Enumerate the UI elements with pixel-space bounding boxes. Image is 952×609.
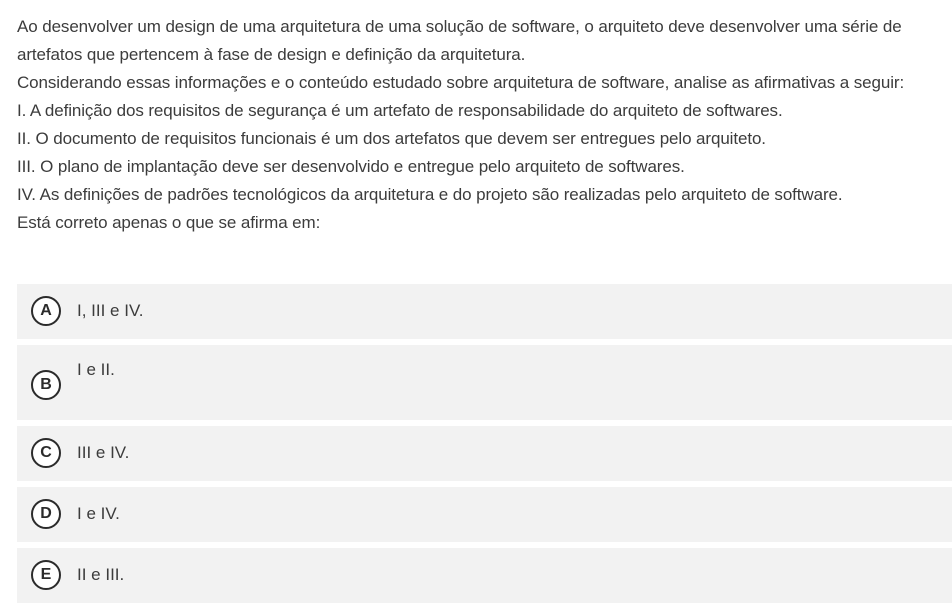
option-b[interactable]: B I e II. [17, 345, 952, 420]
statement-ii: II. O documento de requisitos funcionais… [17, 129, 766, 148]
statement-iv: IV. As definições de padrões tecnológico… [17, 185, 843, 204]
question-paragraph: Ao desenvolver um design de uma arquitet… [17, 17, 902, 64]
statement-i: I. A definição dos requisitos de seguran… [17, 101, 783, 120]
option-letter-c[interactable]: C [31, 438, 61, 468]
option-letter-e[interactable]: E [31, 560, 61, 590]
option-label-a[interactable]: I, III e IV. [77, 301, 143, 321]
question-prompt: Está correto apenas o que se afirma em: [17, 213, 321, 232]
option-letter-d[interactable]: D [31, 499, 61, 529]
option-d[interactable]: D I e IV. [17, 487, 952, 542]
question-text: Ao desenvolver um design de uma arquitet… [17, 13, 942, 237]
option-letter-a[interactable]: A [31, 296, 61, 326]
option-label-c[interactable]: III e IV. [77, 443, 129, 463]
option-label-b[interactable]: I e II. [77, 360, 115, 380]
option-c[interactable]: C III e IV. [17, 426, 952, 481]
answer-options: A I, III e IV. B I e II. C III e IV. D I… [17, 284, 952, 609]
statement-iii: III. O plano de implantação deve ser des… [17, 157, 685, 176]
option-e[interactable]: E II e III. [17, 548, 952, 603]
option-a[interactable]: A I, III e IV. [17, 284, 952, 339]
question-instruction: Considerando essas informações e o conte… [17, 73, 905, 92]
option-label-e[interactable]: II e III. [77, 565, 124, 585]
option-label-d[interactable]: I e IV. [77, 504, 120, 524]
option-letter-b[interactable]: B [31, 370, 61, 400]
